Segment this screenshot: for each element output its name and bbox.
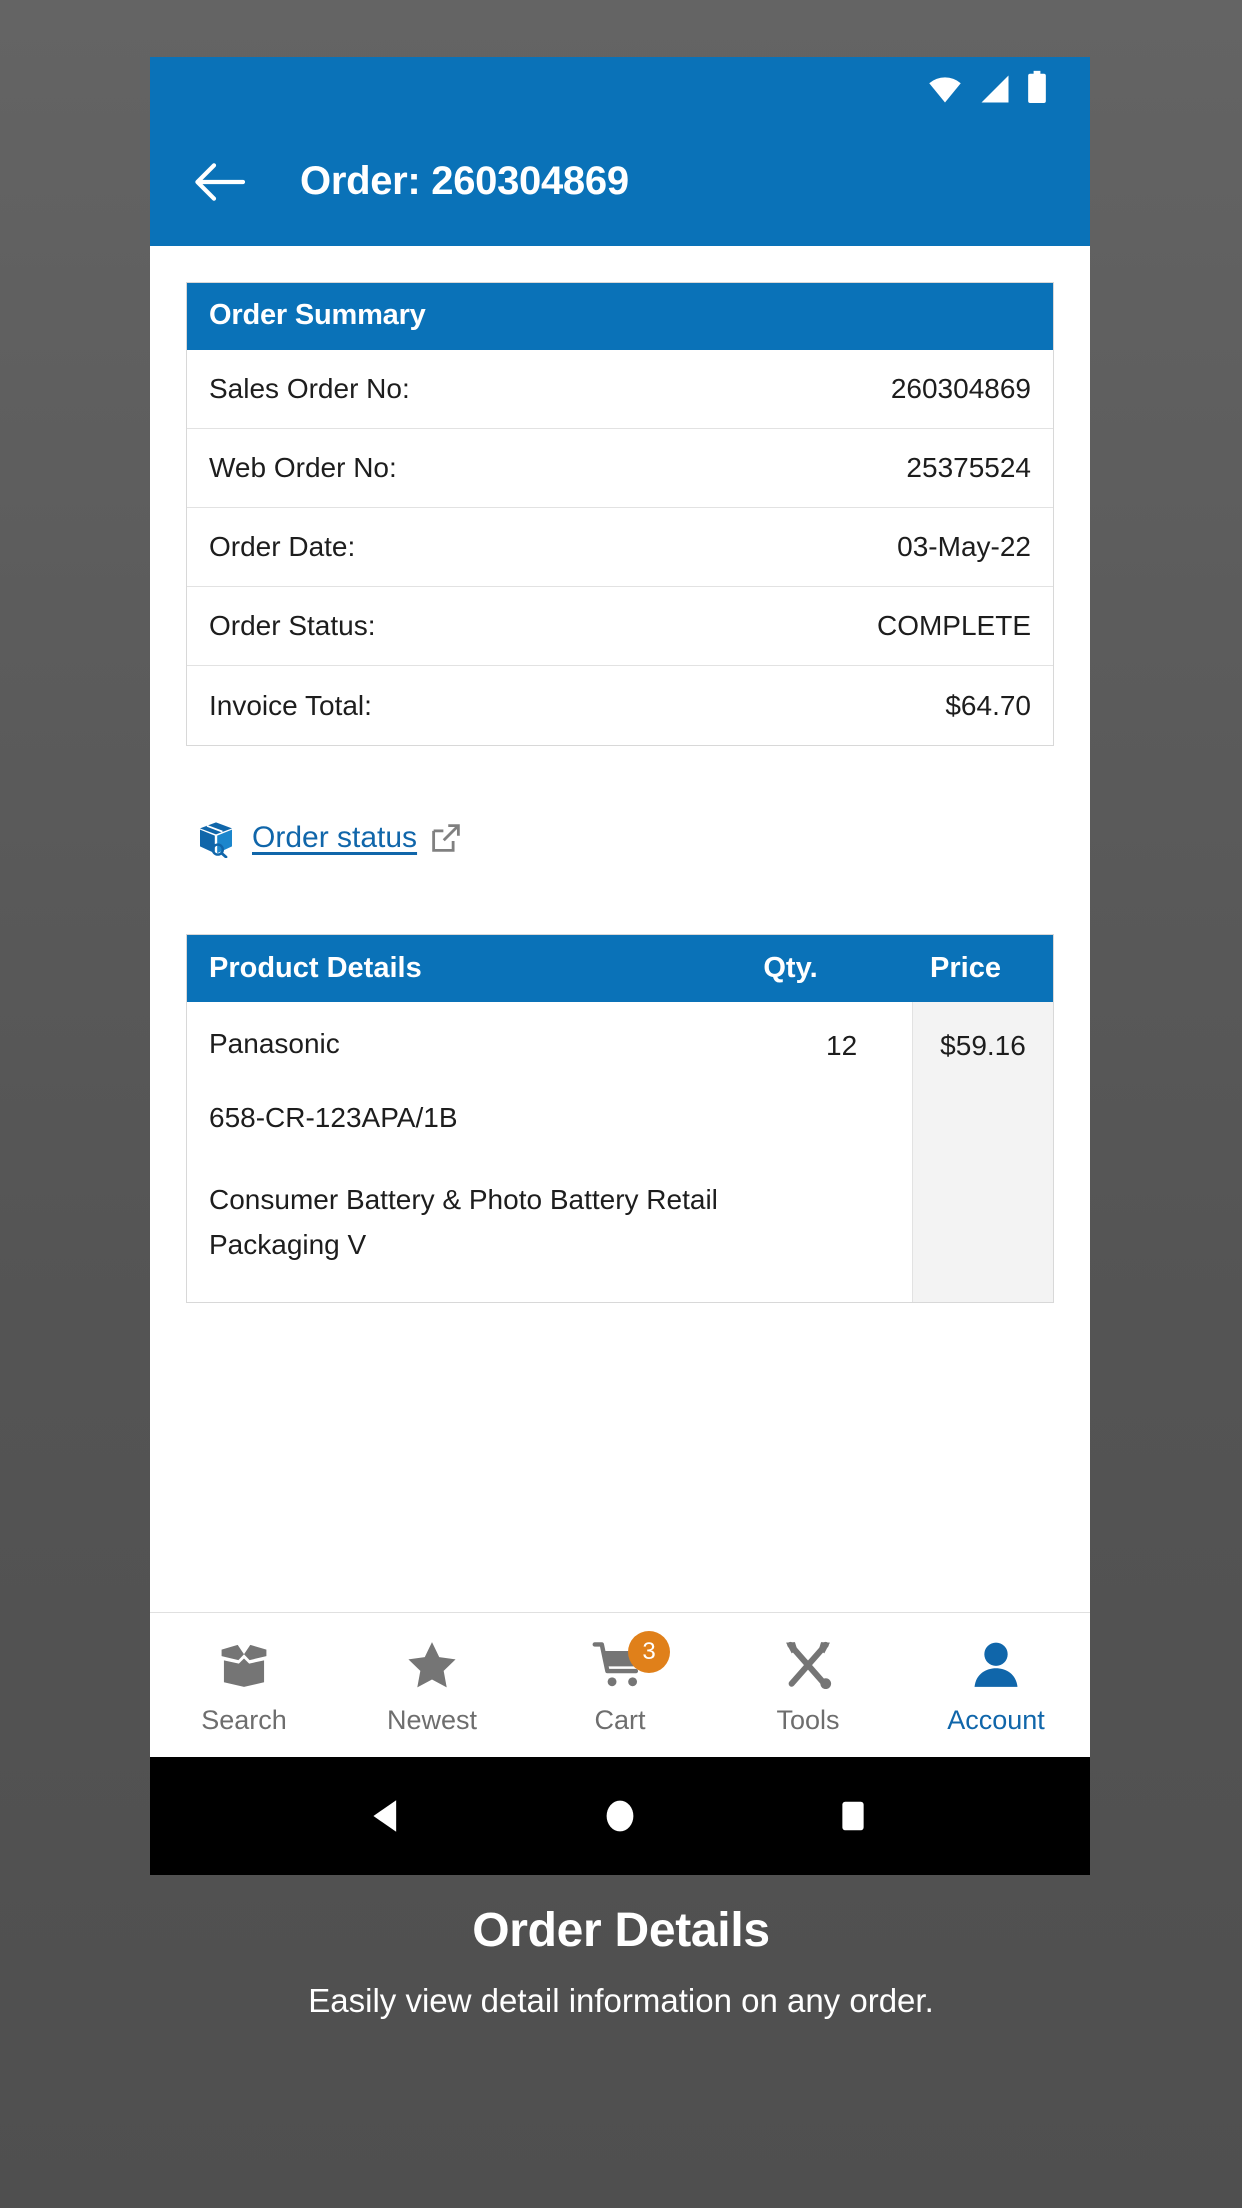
- android-back-triangle-icon: [373, 1800, 396, 1832]
- summary-value: $64.70: [945, 689, 1031, 721]
- product-details-table: Product Details Qty. Price Panasonic 658…: [186, 934, 1054, 1303]
- product-qty-cell: 12: [826, 1030, 858, 1061]
- product-description: Consumer Battery & Photo Battery Retail …: [209, 1184, 718, 1260]
- product-price-cell: $59.16: [912, 1002, 1053, 1302]
- cart-badge: 3: [628, 1630, 670, 1673]
- order-summary-header: Order Summary: [187, 283, 1053, 350]
- tab-label: Search: [201, 1704, 287, 1735]
- android-recents-button[interactable]: [831, 1794, 875, 1838]
- summary-value: 260304869: [890, 373, 1031, 404]
- person-icon: [968, 1635, 1024, 1695]
- android-recents-square-icon: [842, 1801, 864, 1831]
- shopping-cart-icon: 3: [592, 1630, 670, 1695]
- product-sku: 658-CR-123APA/1B: [209, 1102, 458, 1133]
- product-brand: Panasonic: [209, 1028, 340, 1059]
- content-area: Order Summary Sales Order No: 260304869 …: [150, 246, 1090, 1612]
- wifi-icon: [929, 77, 961, 103]
- product-cell: Panasonic 658-CR-123APA/1B Consumer Batt…: [187, 1002, 771, 1302]
- page-title: Order: 260304869: [300, 159, 629, 203]
- summary-value: 03-May-22: [897, 531, 1031, 562]
- package-search-icon: [200, 822, 232, 858]
- order-status-link-label: Order status: [252, 821, 418, 854]
- caption-block: Order Details Easily view detail informa…: [0, 1903, 1242, 2020]
- tools-icon: [780, 1635, 836, 1695]
- android-navigation-bar: [150, 1757, 1090, 1875]
- external-link-icon: [432, 824, 460, 852]
- summary-label: Order Date:: [209, 531, 356, 562]
- star-icon: [404, 1635, 460, 1695]
- android-home-circle-icon: [606, 1800, 634, 1832]
- tab-newest[interactable]: Newest: [338, 1613, 526, 1757]
- order-status-link[interactable]: Order status: [194, 818, 461, 858]
- column-header-product-details: Product Details: [209, 952, 422, 984]
- android-back-button[interactable]: [365, 1794, 409, 1838]
- android-home-button[interactable]: [598, 1794, 642, 1838]
- summary-row-sales-order-no: Sales Order No: 260304869: [187, 350, 1053, 429]
- product-table-header-row: Product Details Qty. Price: [187, 935, 1053, 1002]
- order-summary-card: Order Summary Sales Order No: 260304869 …: [186, 282, 1054, 746]
- app-bar: Order: 260304869: [150, 117, 1090, 246]
- table-row: Panasonic 658-CR-123APA/1B Consumer Batt…: [187, 1002, 1053, 1302]
- summary-row-order-status: Order Status: COMPLETE: [187, 587, 1053, 666]
- cellular-signal-icon: [981, 75, 1009, 103]
- summary-label: Order Status:: [209, 610, 376, 641]
- tab-search[interactable]: Search: [150, 1613, 338, 1757]
- back-button[interactable]: [186, 149, 252, 215]
- tab-label: Tools: [776, 1704, 840, 1735]
- tab-tools[interactable]: Tools: [714, 1613, 902, 1757]
- tab-label: Newest: [386, 1704, 478, 1735]
- tab-label: Cart: [594, 1704, 646, 1735]
- status-bar-icons: [926, 70, 1048, 104]
- tab-account[interactable]: Account: [902, 1613, 1090, 1757]
- phone-screenshot: Order: 260304869 Order Summary Sales Ord…: [150, 57, 1090, 1875]
- summary-value: COMPLETE: [876, 610, 1031, 641]
- tab-cart[interactable]: 3 Cart: [526, 1613, 714, 1757]
- summary-row-invoice-total: Invoice Total: $64.70: [187, 666, 1053, 745]
- bottom-tab-bar: Search Newest 3 Cart Tools Account: [150, 1612, 1090, 1757]
- open-box-icon: [216, 1635, 272, 1695]
- tab-label: Account: [947, 1704, 1045, 1735]
- column-header-qty: Qty.: [763, 952, 818, 984]
- caption-subtitle: Easily view detail information on any or…: [308, 1982, 934, 2019]
- summary-label: Sales Order No:: [209, 373, 410, 404]
- battery-full-icon: [1028, 70, 1046, 103]
- back-arrow-icon: [195, 162, 245, 201]
- summary-row-web-order-no: Web Order No: 25375524: [187, 429, 1053, 508]
- column-header-price: Price: [930, 952, 1001, 984]
- caption-title: Order Details: [472, 1904, 770, 1957]
- summary-value: 25375524: [906, 452, 1031, 483]
- summary-label: Web Order No:: [209, 452, 397, 483]
- summary-row-order-date: Order Date: 03-May-22: [187, 508, 1053, 587]
- summary-label: Invoice Total:: [209, 689, 372, 721]
- status-bar: [150, 57, 1090, 117]
